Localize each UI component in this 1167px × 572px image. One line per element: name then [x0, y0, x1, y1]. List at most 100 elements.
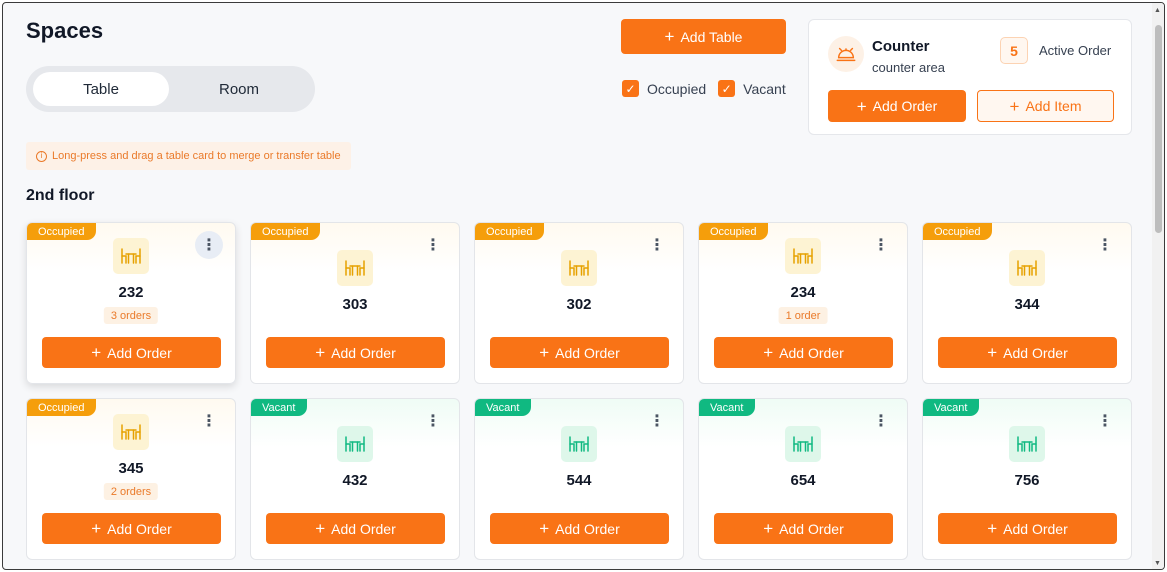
filter-occupied[interactable]: ✓ Occupied	[622, 80, 706, 97]
plus-icon: +	[763, 343, 774, 362]
table-card[interactable]: Occupied ⋮ 303 + Add Order	[250, 222, 460, 384]
plus-icon: +	[664, 27, 675, 46]
dining-table-icon	[337, 250, 373, 286]
scroll-thumb[interactable]	[1155, 25, 1162, 233]
status-tag: Vacant	[699, 399, 756, 416]
table-number: 432	[342, 472, 368, 489]
status-tag: Vacant	[923, 399, 980, 416]
add-order-label: Add Order	[331, 520, 396, 537]
table-card[interactable]: Vacant ⋮ 432 + Add Order	[250, 398, 460, 560]
table-card[interactable]: Occupied ⋮ 234 1 order + Add Order	[698, 222, 908, 384]
plus-icon: +	[987, 343, 998, 362]
table-card[interactable]: Occupied ⋮ 344 + Add Order	[922, 222, 1132, 384]
plus-icon: +	[91, 343, 102, 362]
add-order-button[interactable]: + Add Order	[42, 513, 221, 544]
drag-hint: i Long-press and drag a table card to me…	[26, 142, 351, 170]
counter-panel: Counter counter area 5 Active Order + Ad…	[808, 19, 1132, 135]
dining-table-icon	[785, 426, 821, 462]
more-vertical-icon[interactable]: ⋮	[643, 231, 671, 259]
more-vertical-icon[interactable]: ⋮	[195, 407, 223, 435]
status-tag: Vacant	[251, 399, 308, 416]
order-count-badge: 1 order	[778, 307, 828, 324]
add-order-button[interactable]: + Add Order	[490, 337, 669, 368]
dining-table-icon	[1009, 250, 1045, 286]
table-card[interactable]: Vacant ⋮ 654 + Add Order	[698, 398, 908, 560]
hint-text: Long-press and drag a table card to merg…	[52, 150, 341, 162]
add-order-label: Add Order	[1003, 344, 1068, 361]
add-order-button[interactable]: + Add Order	[938, 513, 1117, 544]
add-order-label: Add Order	[331, 344, 396, 361]
table-card[interactable]: Occupied ⋮ 302 + Add Order	[474, 222, 684, 384]
check-icon[interactable]: ✓	[622, 80, 639, 97]
more-vertical-icon[interactable]: ⋮	[195, 231, 223, 259]
scroll-up-icon[interactable]: ▲	[1154, 7, 1161, 14]
status-tag: Occupied	[923, 223, 993, 240]
plus-icon: +	[763, 519, 774, 538]
more-vertical-icon[interactable]: ⋮	[1091, 231, 1119, 259]
check-icon[interactable]: ✓	[718, 80, 736, 97]
filter-vacant-label: Vacant	[743, 80, 786, 97]
add-order-label: Add Order	[1003, 520, 1068, 537]
table-number: 232	[118, 284, 144, 301]
view-toggle: Table Room	[26, 66, 315, 112]
add-order-button[interactable]: + Add Order	[42, 337, 221, 368]
table-card[interactable]: Occupied ⋮ 232 3 orders + Add Order	[26, 222, 236, 384]
dining-table-icon	[113, 414, 149, 450]
counter-name: Counter	[872, 38, 930, 55]
add-order-button[interactable]: + Add Order	[714, 513, 893, 544]
dining-table-icon	[785, 238, 821, 274]
status-tag: Occupied	[475, 223, 545, 240]
order-count-badge: 3 orders	[103, 307, 159, 324]
scrollbar[interactable]: ▲ ▼	[1152, 3, 1164, 569]
add-table-label: Add Table	[680, 28, 743, 45]
more-vertical-icon[interactable]: ⋮	[867, 407, 895, 435]
table-number: 654	[790, 472, 816, 489]
add-order-label: Add Order	[107, 344, 172, 361]
add-order-label: Add Order	[779, 344, 844, 361]
floor-heading: 2nd floor	[26, 187, 95, 204]
app-window: Spaces Table Room + Add Table ✓ Occupied…	[2, 2, 1165, 570]
table-card[interactable]: Vacant ⋮ 756 + Add Order	[922, 398, 1132, 560]
more-vertical-icon[interactable]: ⋮	[419, 407, 447, 435]
more-vertical-icon[interactable]: ⋮	[867, 231, 895, 259]
dining-table-icon	[113, 238, 149, 274]
add-order-button[interactable]: + Add Order	[490, 513, 669, 544]
counter-add-order-button[interactable]: + Add Order	[828, 90, 966, 122]
filter-vacant[interactable]: ✓ Vacant	[718, 80, 786, 97]
counter-add-item-label: Add Item	[1025, 98, 1082, 114]
cloche-icon	[828, 36, 864, 72]
table-number: 303	[342, 296, 368, 313]
counter-add-item-button[interactable]: + Add Item	[977, 90, 1114, 122]
status-filters: ✓ Occupied ✓ Vacant	[622, 80, 798, 97]
add-order-button[interactable]: + Add Order	[714, 337, 893, 368]
plus-icon: +	[315, 343, 326, 362]
more-vertical-icon[interactable]: ⋮	[419, 231, 447, 259]
table-number: 234	[790, 284, 816, 301]
status-tag: Occupied	[27, 223, 97, 240]
add-order-button[interactable]: + Add Order	[266, 513, 445, 544]
dining-table-icon	[337, 426, 373, 462]
status-tag: Occupied	[699, 223, 769, 240]
counter-subtitle: counter area	[872, 60, 945, 75]
status-tag: Occupied	[27, 399, 97, 416]
table-number: 302	[566, 296, 592, 313]
status-tag: Vacant	[475, 399, 532, 416]
dining-table-icon	[561, 426, 597, 462]
active-order-count: 5	[1000, 37, 1028, 64]
add-order-label: Add Order	[779, 520, 844, 537]
active-order-label: Active Order	[1039, 43, 1112, 58]
add-table-button[interactable]: + Add Table	[621, 19, 786, 54]
more-vertical-icon[interactable]: ⋮	[643, 407, 671, 435]
table-card[interactable]: Occupied ⋮ 345 2 orders + Add Order	[26, 398, 236, 560]
more-vertical-icon[interactable]: ⋮	[1091, 407, 1119, 435]
add-order-button[interactable]: + Add Order	[266, 337, 445, 368]
table-number: 344	[1014, 296, 1040, 313]
toggle-room[interactable]: Room	[171, 72, 307, 106]
table-number: 345	[118, 460, 144, 477]
plus-icon: +	[315, 519, 326, 538]
scroll-down-icon[interactable]: ▼	[1154, 560, 1161, 567]
add-order-button[interactable]: + Add Order	[938, 337, 1117, 368]
toggle-table[interactable]: Table	[33, 72, 169, 106]
plus-icon: +	[1009, 96, 1020, 116]
table-card[interactable]: Vacant ⋮ 544 + Add Order	[474, 398, 684, 560]
